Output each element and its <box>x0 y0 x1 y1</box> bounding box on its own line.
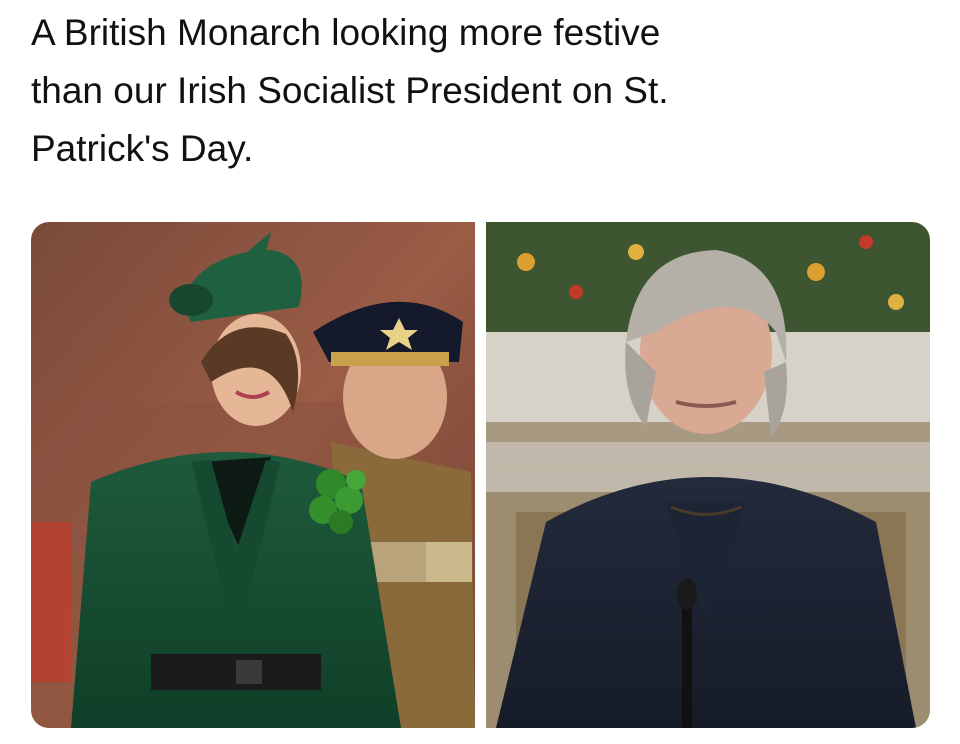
post-text-line-2: than our Irish Socialist President on St… <box>31 70 669 111</box>
post-text: A British Monarch looking more festive t… <box>31 4 931 178</box>
photo-right-image <box>486 222 930 728</box>
media-grid <box>31 222 930 728</box>
post-text-line-3: Patrick's Day. <box>31 128 254 169</box>
photo-left-image <box>31 222 475 728</box>
photo-left[interactable] <box>31 222 475 728</box>
photo-right[interactable] <box>486 222 930 728</box>
post-text-line-1: A British Monarch looking more festive <box>31 12 661 53</box>
